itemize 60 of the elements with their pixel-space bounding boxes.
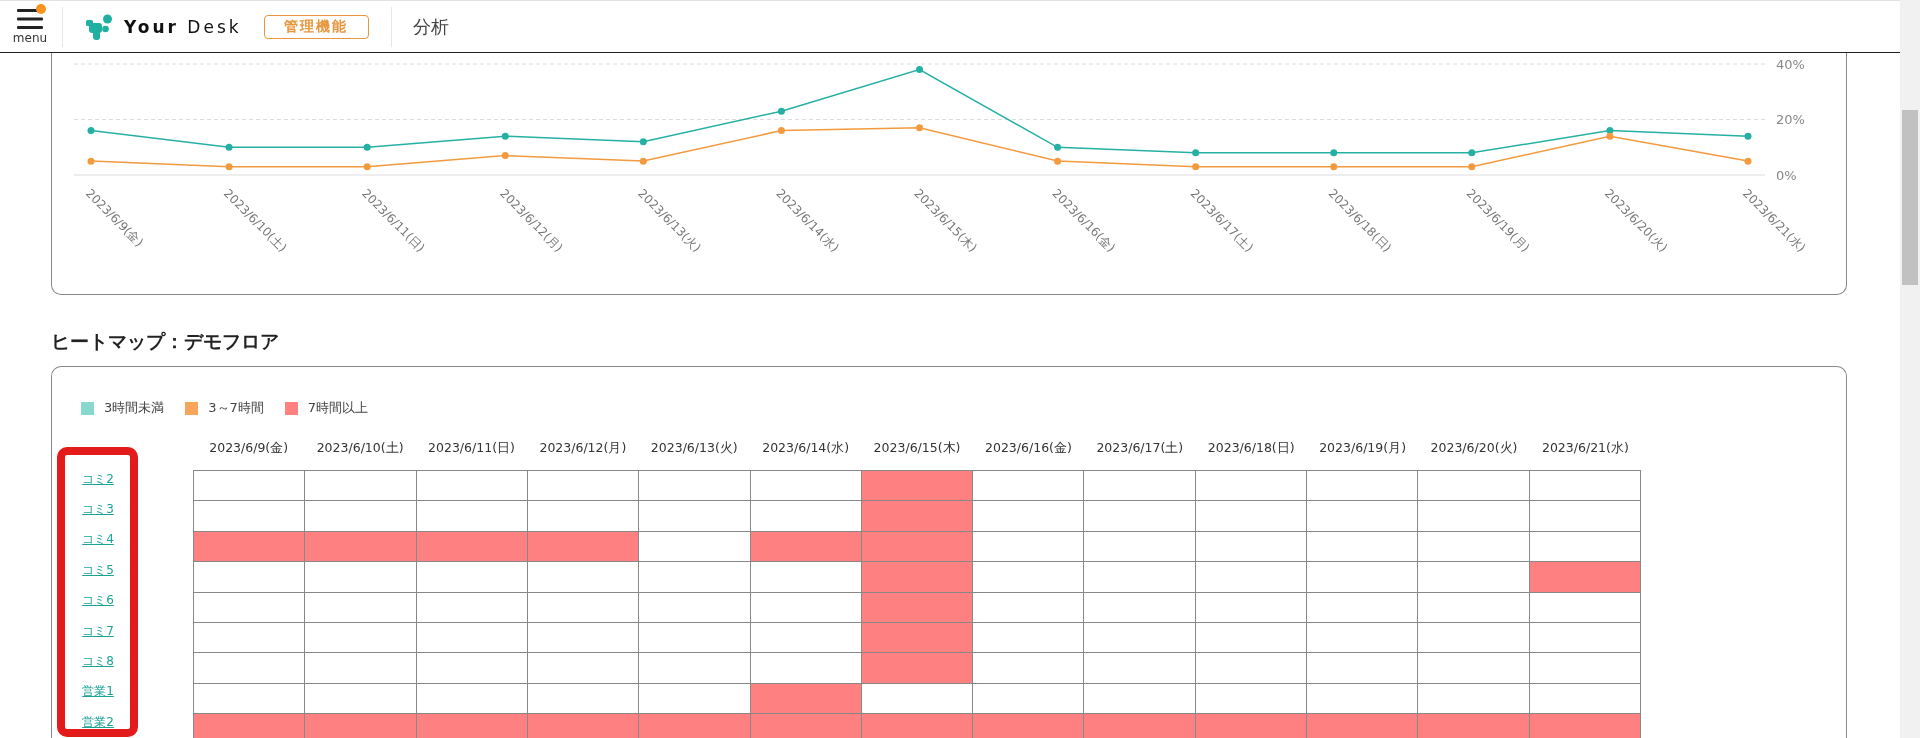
data-point xyxy=(1468,149,1476,157)
row-label-link[interactable]: コミ8 xyxy=(82,654,114,670)
row-label-link[interactable]: コミ4 xyxy=(82,532,114,548)
data-point xyxy=(916,66,923,74)
admin-badge: 管理機能 xyxy=(263,14,369,39)
logo-text: Your Desk xyxy=(124,16,242,37)
y-axis-label: 40% xyxy=(1776,56,1805,72)
legend-label: 3時間未満 xyxy=(104,399,165,417)
data-point xyxy=(1192,149,1200,157)
column-header: 2023/6/17(土) xyxy=(1095,439,1185,457)
column-header: 2023/6/11(日) xyxy=(427,439,516,457)
y-axis-label: 0% xyxy=(1776,167,1797,183)
data-point xyxy=(501,152,509,160)
data-point xyxy=(225,143,233,151)
data-point xyxy=(639,157,647,165)
data-point xyxy=(87,157,95,165)
notification-dot-icon xyxy=(36,3,46,14)
data-point xyxy=(225,163,233,171)
data-point xyxy=(639,138,647,146)
row-label-link[interactable]: コミ2 xyxy=(82,471,114,487)
column-header: 2023/6/15(木) xyxy=(872,439,962,457)
data-point xyxy=(1744,132,1752,140)
data-point xyxy=(1330,163,1338,171)
column-header: 2023/6/21(水) xyxy=(1540,439,1630,457)
data-point xyxy=(87,127,95,135)
column-header: 2023/6/19(月) xyxy=(1318,439,1408,457)
data-point xyxy=(363,143,371,151)
column-header: 2023/6/12(月) xyxy=(538,439,628,457)
section-title: ヒートマップ：デモフロア xyxy=(51,330,279,352)
menu-icon xyxy=(17,8,43,29)
data-point xyxy=(1744,157,1752,165)
column-header: 2023/6/18(日) xyxy=(1206,439,1296,457)
scrollbar-thumb[interactable] xyxy=(1902,110,1918,285)
data-point xyxy=(363,163,371,171)
legend-label: 7時間以上 xyxy=(307,399,369,417)
row-label-link[interactable]: コミ5 xyxy=(82,562,114,578)
legend-label: 3～7時間 xyxy=(208,399,264,417)
column-header: 2023/6/9(金) xyxy=(208,439,290,457)
row-label-link[interactable]: コミ3 xyxy=(82,502,114,518)
data-point xyxy=(1468,163,1476,171)
data-point xyxy=(501,132,509,140)
column-header: 2023/6/10(土) xyxy=(315,439,405,457)
page-title: 分析 xyxy=(412,14,449,39)
column-header: 2023/6/13(火) xyxy=(649,439,739,457)
row-label-link[interactable]: 営業1 xyxy=(82,684,114,700)
data-point xyxy=(1054,143,1062,151)
data-point xyxy=(916,124,923,132)
logo-icon xyxy=(86,13,113,40)
data-point xyxy=(777,107,785,115)
y-axis-label: 20% xyxy=(1776,112,1805,127)
data-point xyxy=(1054,157,1062,165)
column-header: 2023/6/16(金) xyxy=(984,439,1073,457)
data-point xyxy=(1192,163,1200,171)
data-point xyxy=(777,127,785,135)
column-header: 2023/6/20(火) xyxy=(1429,439,1519,457)
data-point xyxy=(1330,149,1338,157)
row-label-link[interactable]: 営業2 xyxy=(82,714,114,730)
row-label-link[interactable]: コミ6 xyxy=(82,593,114,609)
column-header: 2023/6/14(水) xyxy=(761,439,851,457)
row-label-link[interactable]: コミ7 xyxy=(82,623,114,639)
